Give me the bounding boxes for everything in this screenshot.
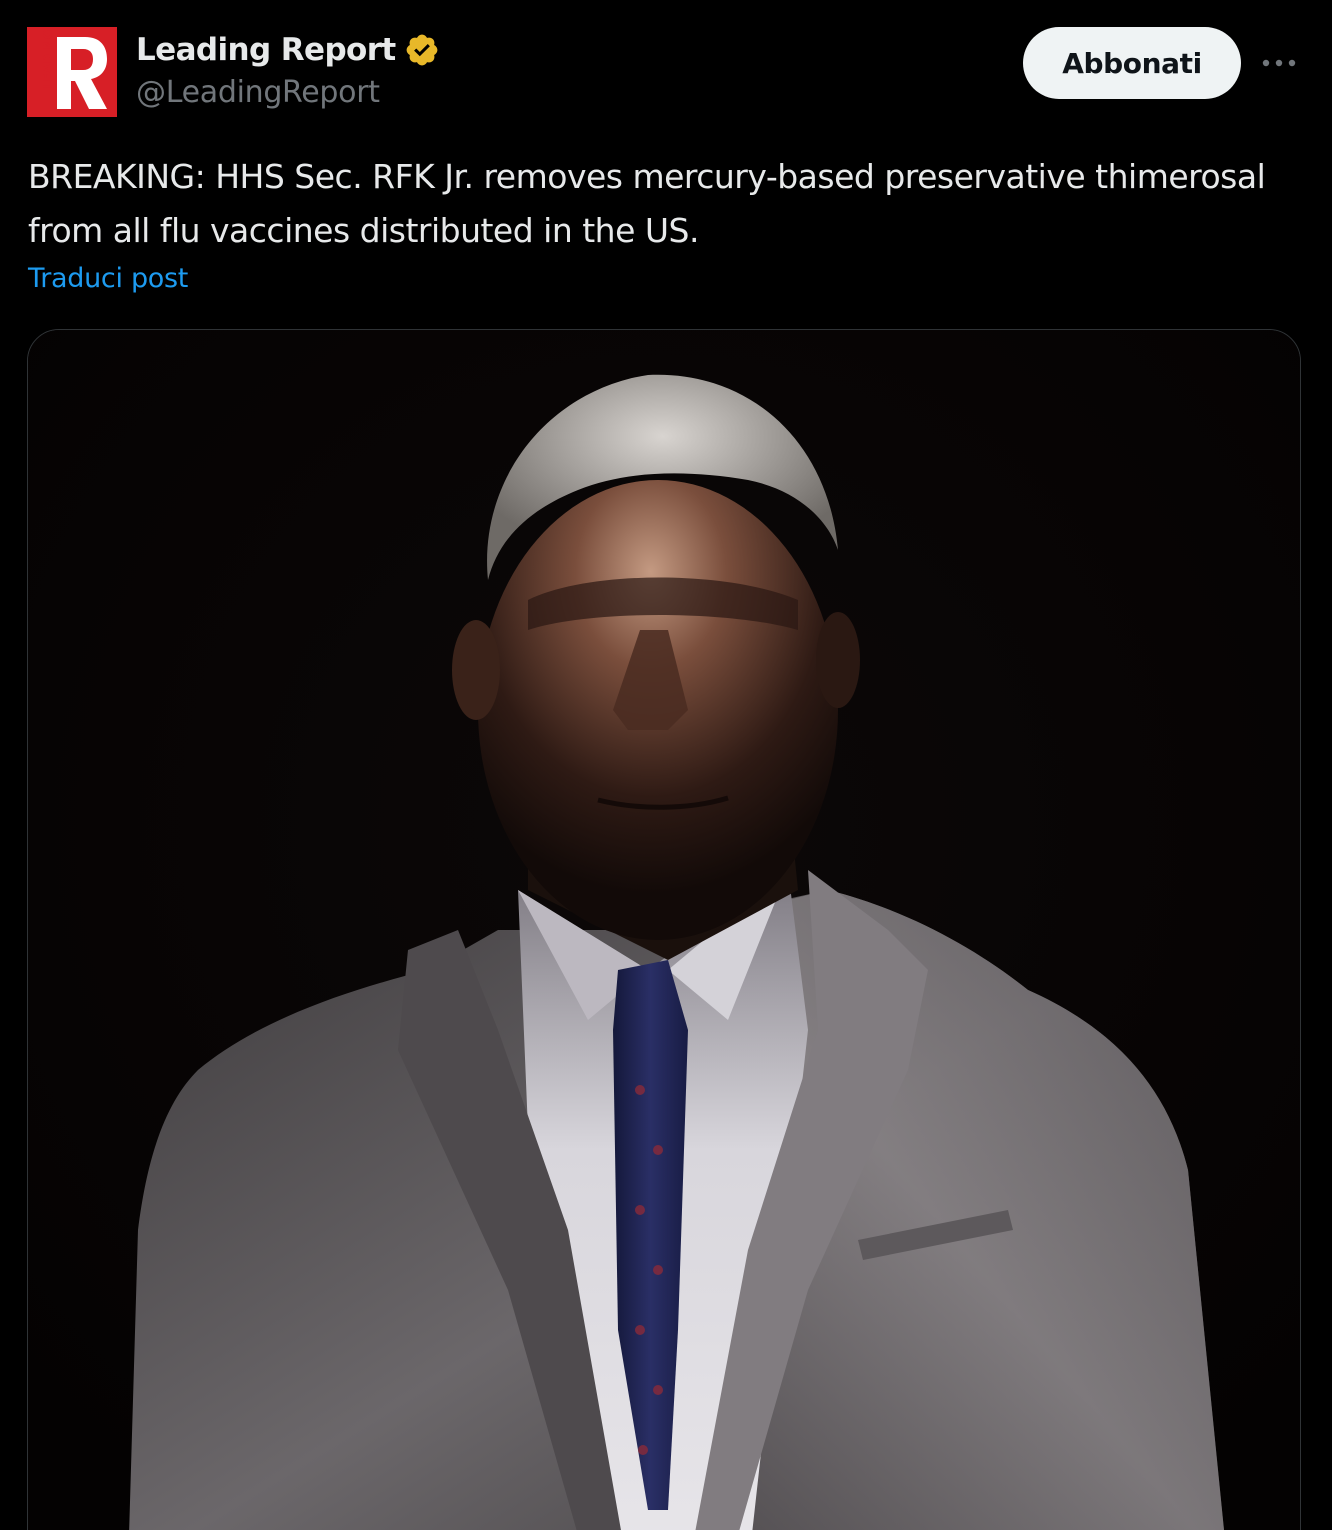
avatar[interactable]: LEADING (27, 27, 117, 117)
tweet-text: BREAKING: HHS Sec. RFK Jr. removes mercu… (28, 157, 1266, 250)
translate-post-link[interactable]: Traduci post (28, 263, 188, 294)
tweet: LEADING Leading Report @LeadingReport Ab… (0, 0, 1332, 1530)
subscribe-button[interactable]: Abbonati (1023, 27, 1241, 99)
tweet-media-photo[interactable] (27, 329, 1301, 1530)
verified-badge-icon[interactable] (404, 32, 440, 68)
author-identity: Leading Report @LeadingReport (136, 29, 440, 110)
portrait-photo (28, 330, 1300, 1530)
display-name[interactable]: Leading Report (136, 32, 396, 68)
author-handle[interactable]: @LeadingReport (136, 75, 440, 110)
leading-report-logo-icon: LEADING (27, 27, 117, 117)
more-options-button[interactable] (1253, 43, 1305, 83)
more-horizontal-icon (1262, 59, 1296, 67)
display-name-row: Leading Report (136, 29, 440, 71)
tweet-header: LEADING Leading Report @LeadingReport Ab… (27, 27, 1305, 119)
